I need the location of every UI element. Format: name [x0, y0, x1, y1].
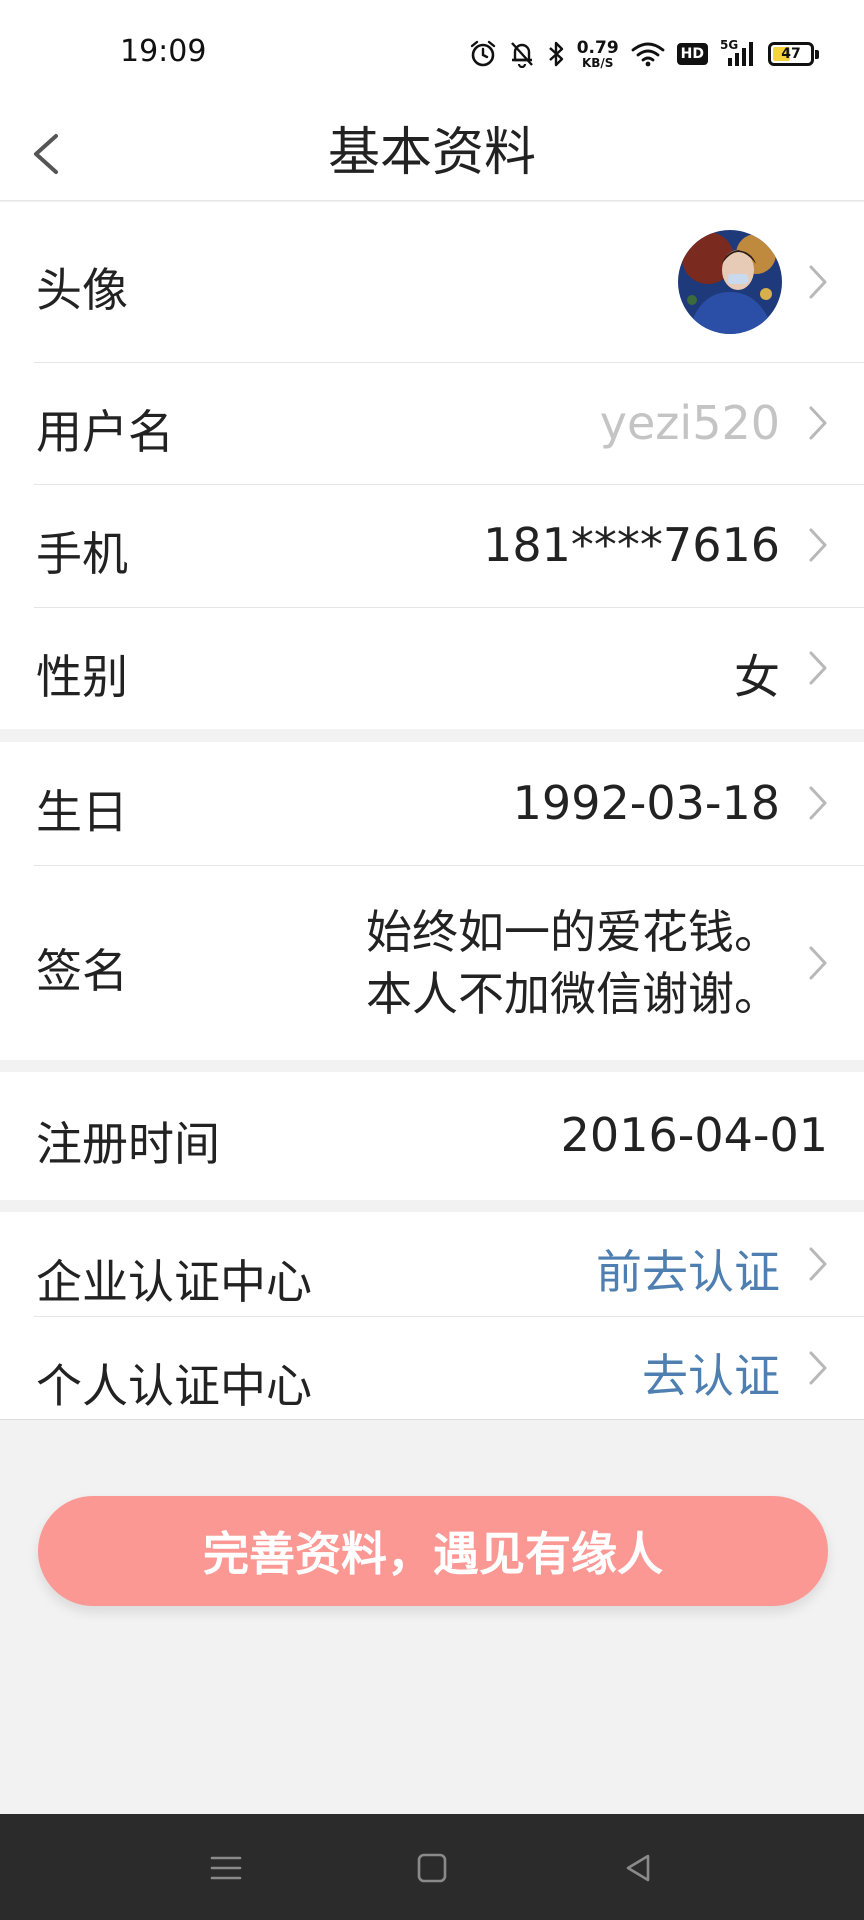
page: 19:09 0.79 KB/S HD 5G 47 基本资料 头像 用户名 yez…: [0, 0, 864, 1920]
net-speed: 0.79 KB/S: [576, 37, 619, 70]
alarm-icon: [470, 40, 495, 67]
status-icons: 0.79 KB/S HD 5G 47: [469, 36, 819, 72]
signature-line-2: 本人不加微信谢谢。: [366, 967, 780, 1021]
signal-icon: 5G: [720, 38, 756, 68]
wifi-icon: [631, 42, 665, 67]
menu-icon[interactable]: [206, 1848, 246, 1888]
chevron-right-icon: [809, 406, 827, 440]
profile-group-verification: 企业认证中心 前去认证 个人认证中心 去认证: [0, 1212, 864, 1420]
signature-row[interactable]: 签名 始终如一的爱花钱。 本人不加微信谢谢。: [0, 865, 864, 1060]
chevron-right-icon: [809, 1247, 827, 1281]
enterprise-verify-label: 企业认证中心: [36, 1255, 312, 1309]
chevron-right-icon: [809, 946, 827, 980]
net-speed-value: 0.79: [576, 37, 619, 58]
title-bar: 基本资料: [0, 106, 864, 201]
page-title: 基本资料: [327, 123, 536, 183]
phone-label: 手机: [36, 527, 128, 581]
mute-bell-icon: [510, 42, 533, 68]
profile-group-personal: 生日 1992-03-18 签名 始终如一的爱花钱。 本人不加微信谢谢。: [0, 742, 864, 1060]
back-triangle-icon[interactable]: [618, 1848, 658, 1888]
birthday-label: 生日: [36, 785, 128, 839]
phone-row[interactable]: 手机 181****7616: [0, 484, 864, 607]
chevron-right-icon: [809, 528, 827, 562]
personal-verify-row[interactable]: 个人认证中心 去认证: [0, 1316, 864, 1419]
avatar-row[interactable]: 头像: [0, 202, 864, 362]
battery-icon: 47: [768, 42, 819, 66]
chevron-right-icon: [809, 651, 827, 685]
bluetooth-icon: [548, 41, 563, 67]
signature-line-1: 始终如一的爱花钱。: [366, 905, 780, 959]
avatar-label: 头像: [36, 263, 128, 317]
status-time: 19:09: [120, 34, 207, 69]
chevron-right-icon: [809, 1351, 827, 1385]
phone-value: 181****7616: [483, 518, 780, 572]
battery-level: 47: [781, 46, 801, 62]
gender-row[interactable]: 性别 女: [0, 607, 864, 729]
birthday-row[interactable]: 生日 1992-03-18: [0, 742, 864, 865]
avatar: [678, 230, 782, 334]
home-square-icon[interactable]: [412, 1848, 452, 1888]
birthday-value: 1992-03-18: [512, 776, 780, 830]
gender-label: 性别: [36, 650, 128, 704]
complete-profile-button[interactable]: 完善资料，遇见有缘人: [38, 1496, 828, 1606]
register-time-value: 2016-04-01: [560, 1108, 828, 1162]
signature-label: 签名: [36, 944, 128, 998]
profile-group-basic: 头像 用户名 yezi520 手机 181****7616 性别 女: [0, 202, 864, 729]
register-time-row: 注册时间 2016-04-01: [0, 1072, 864, 1200]
personal-verify-label: 个人认证中心: [36, 1359, 312, 1413]
personal-verify-action[interactable]: 去认证: [642, 1340, 780, 1406]
enterprise-verify-action[interactable]: 前去认证: [596, 1236, 780, 1302]
hd-badge: HD: [676, 43, 708, 65]
net-speed-unit: KB/S: [581, 55, 614, 70]
system-nav-bar: [0, 1814, 864, 1920]
username-value: yezi520: [599, 396, 780, 450]
chevron-right-icon: [809, 265, 827, 299]
signature-value: 始终如一的爱花钱。 本人不加微信谢谢。: [366, 901, 780, 1025]
username-label: 用户名: [36, 405, 174, 459]
gender-value: 女: [734, 650, 780, 704]
register-time-label: 注册时间: [36, 1117, 220, 1171]
username-row[interactable]: 用户名 yezi520: [0, 362, 864, 484]
enterprise-verify-row[interactable]: 企业认证中心 前去认证: [0, 1212, 864, 1316]
status-bar: 19:09 0.79 KB/S HD 5G 47: [0, 0, 864, 106]
profile-group-register: 注册时间 2016-04-01: [0, 1072, 864, 1200]
chevron-right-icon: [809, 786, 827, 820]
